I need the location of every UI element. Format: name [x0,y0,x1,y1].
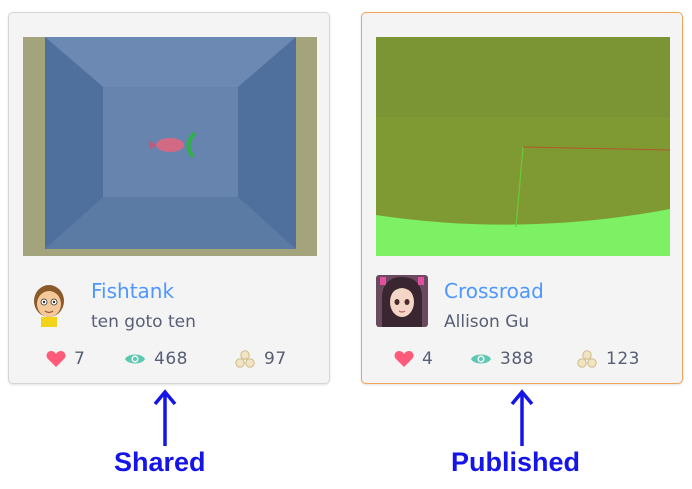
caption-shared: Shared [114,447,206,477]
eye-icon [125,354,145,364]
remix-icon [577,350,597,368]
project-stats: 4 388 123 [362,349,682,373]
project-thumbnail[interactable] [376,37,670,256]
project-stats: 7 468 97 [9,349,329,373]
project-author[interactable]: Allison Gu [444,312,529,332]
remixes-count: 123 [606,349,640,369]
eye-icon [471,354,491,364]
project-thumbnail[interactable] [23,37,317,256]
avatar-image [23,275,75,327]
heart-icon [394,351,414,367]
project-author[interactable]: ten goto ten [91,312,196,332]
author-avatar[interactable] [23,275,75,327]
views-count: 388 [500,349,534,369]
views-count: 468 [154,349,188,369]
crossroad-thumbnail-image [376,37,670,256]
loves-count: 7 [74,349,86,369]
fishtank-thumbnail-image [23,37,317,256]
caption-published: Published [451,447,581,477]
views-stat: 388 [470,349,534,369]
avatar-image [376,275,428,327]
project-card-fishtank[interactable]: Fishtank ten goto ten 7 468 97 [8,12,330,384]
up-arrow-icon [509,388,535,446]
author-avatar[interactable] [376,275,428,327]
remixes-count: 97 [264,349,287,369]
remixes-stat: 97 [234,349,287,369]
project-title[interactable]: Fishtank [91,279,174,303]
project-title[interactable]: Crossroad [444,279,544,303]
project-card-crossroad[interactable]: Crossroad Allison Gu 4 388 123 [361,12,683,384]
loves-count: 4 [422,349,434,369]
views-stat: 468 [124,349,188,369]
loves-stat: 7 [46,349,85,369]
up-arrow-icon [152,388,178,446]
remixes-stat: 123 [576,349,640,369]
heart-icon [46,351,66,367]
remix-icon [235,350,255,368]
loves-stat: 4 [394,349,433,369]
